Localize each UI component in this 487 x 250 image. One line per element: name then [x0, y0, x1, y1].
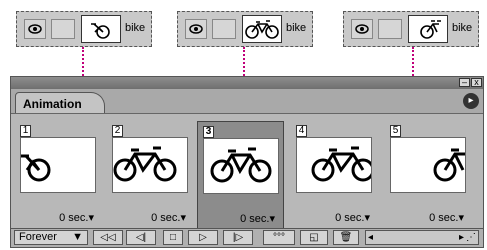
layer-name: bike [125, 22, 146, 34]
minimize-button[interactable]: – [459, 78, 470, 87]
frame-thumbnail [20, 137, 96, 193]
frame-5[interactable]: 5 0 sec.▾ [385, 121, 472, 229]
frame-thumbnail [296, 137, 372, 193]
panel-titlebar[interactable]: – x [11, 77, 483, 89]
frame-delay[interactable]: 0 sec.▾ [151, 211, 186, 224]
layer-name: bike [286, 22, 307, 34]
frame-thumbnail [203, 138, 279, 194]
frame-number: 2 [112, 125, 123, 137]
loop-options-select[interactable]: Forever ▼ [14, 230, 88, 245]
chevron-down-icon: ▼ [72, 231, 83, 243]
frame-thumbnail [112, 137, 188, 193]
scroll-left-icon[interactable]: ◂ [368, 231, 373, 244]
stop-button[interactable]: □ [163, 230, 183, 245]
previous-frame-button[interactable]: ◁| [126, 230, 156, 245]
duplicate-frame-button[interactable]: ◱ [300, 230, 328, 245]
tab-row: Animation ▸ [11, 89, 483, 114]
layer-row-3[interactable]: bike [343, 11, 479, 47]
frame-delay[interactable]: 0 sec.▾ [240, 212, 275, 225]
loop-label: Forever [19, 231, 57, 243]
frame-thumbnail [390, 137, 466, 193]
resize-grip-icon[interactable]: ⋰ [466, 231, 476, 244]
panel-menu-icon[interactable]: ▸ [463, 93, 479, 109]
layer-link-box[interactable] [378, 19, 402, 39]
layer-row-1[interactable]: bike [16, 11, 152, 47]
playback-controls: Forever ▼ ◁◁ ◁| □ ▷ |▷ °°° ◱ 🗑 ◂ ▸ ⋰ [11, 228, 483, 247]
close-button[interactable]: x [471, 78, 482, 87]
frame-number: 5 [390, 125, 401, 137]
play-button[interactable]: ▷ [188, 230, 218, 245]
tween-button[interactable]: °°° [263, 230, 295, 245]
delete-frame-button[interactable]: 🗑 [333, 230, 359, 245]
layer-name: bike [452, 22, 473, 34]
eye-icon[interactable] [185, 19, 207, 39]
layer-link-box[interactable] [212, 19, 236, 39]
tab-animation[interactable]: Animation [15, 92, 105, 113]
frame-number: 3 [203, 126, 214, 138]
frame-number: 1 [20, 125, 31, 137]
frame-delay[interactable]: 0 sec.▾ [335, 211, 370, 224]
frame-1[interactable]: 1 0 sec.▾ [15, 121, 102, 229]
animation-panel: – x Animation ▸ 1 0 sec.▾ 2 0 sec.▾ 3 0 … [10, 76, 484, 248]
scroll-right-icon[interactable]: ▸ [459, 231, 464, 244]
layer-thumbnail [408, 15, 448, 43]
layer-row-2[interactable]: bike [177, 11, 313, 47]
frame-3-selected[interactable]: 3 0 sec.▾ [197, 121, 284, 229]
layer-thumbnail [242, 15, 282, 43]
layer-link-box[interactable] [51, 19, 75, 39]
eye-icon[interactable] [24, 19, 46, 39]
frame-delay[interactable]: 0 sec.▾ [429, 211, 464, 224]
horizontal-scrollbar[interactable]: ◂ ▸ ⋰ [365, 230, 479, 245]
frame-delay[interactable]: 0 sec.▾ [59, 211, 94, 224]
layer-thumbnail [81, 15, 121, 43]
frame-4[interactable]: 4 0 sec.▾ [291, 121, 378, 229]
first-frame-button[interactable]: ◁◁ [93, 230, 123, 245]
frame-number: 4 [296, 125, 307, 137]
eye-icon[interactable] [351, 19, 373, 39]
frame-2[interactable]: 2 0 sec.▾ [107, 121, 194, 229]
next-frame-button[interactable]: |▷ [223, 230, 253, 245]
